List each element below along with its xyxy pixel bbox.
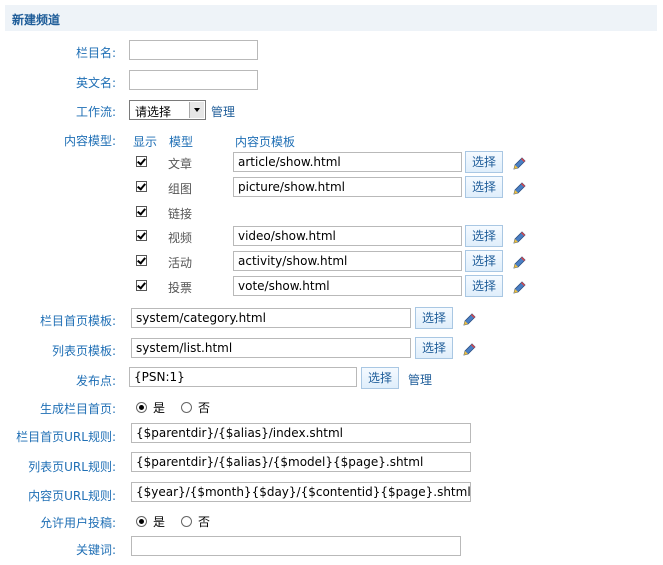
pencil-icon[interactable]: [511, 230, 527, 246]
allow-submit-yes-radio[interactable]: [136, 516, 147, 527]
content-url-input[interactable]: {$year}/{$month}{$day}/{$contentid}{$pag…: [131, 482, 471, 502]
workflow-manage-link[interactable]: 管理: [211, 103, 235, 120]
pencil-icon[interactable]: [461, 342, 477, 358]
model-tpl-input[interactable]: article/show.html: [233, 152, 462, 172]
allow-submit-no-label: 否: [198, 515, 211, 529]
model-show-checkbox[interactable]: [136, 156, 147, 167]
gen-index-yes-radio[interactable]: [136, 402, 147, 413]
col-model-header: 模型: [169, 135, 194, 149]
allow-submit-no-radio[interactable]: [181, 516, 192, 527]
list-tpl-input[interactable]: system/list.html: [131, 338, 411, 358]
gen-index-no-label: 否: [198, 401, 211, 415]
model-name: 视频: [168, 231, 193, 245]
index-url-label: 栏目首页URL规则:: [16, 430, 116, 444]
pencil-icon[interactable]: [511, 181, 527, 197]
gen-index-yes-label: 是: [153, 401, 166, 415]
list-tpl-select-button[interactable]: 选择: [415, 337, 453, 359]
model-tpl-select-button[interactable]: 选择: [465, 176, 503, 198]
content-url-label: 内容页URL规则:: [28, 489, 116, 503]
publish-manage-link[interactable]: 管理: [408, 371, 432, 388]
model-name: 链接: [168, 207, 193, 221]
model-show-checkbox[interactable]: [136, 181, 147, 192]
publish-point-label: 发布点:: [75, 374, 116, 388]
publish-point-select-button[interactable]: 选择: [361, 367, 399, 389]
model-tpl-input[interactable]: activity/show.html: [233, 251, 462, 271]
page-title: 新建频道: [12, 13, 61, 27]
keywords-input[interactable]: [131, 536, 461, 556]
en-name-label: 英文名:: [75, 76, 116, 90]
name-label: 栏目名:: [75, 46, 116, 60]
col-tpl-header: 内容页模板: [235, 135, 296, 149]
model-name: 组图: [168, 182, 193, 196]
pencil-icon[interactable]: [511, 280, 527, 296]
category-tpl-label: 栏目首页模板:: [39, 314, 116, 328]
model-tpl-input[interactable]: picture/show.html: [233, 177, 462, 197]
workflow-select[interactable]: 请选择: [129, 100, 206, 120]
panel-header: 新建频道: [5, 5, 657, 31]
workflow-select-value: 请选择: [135, 105, 172, 119]
model-show-checkbox[interactable]: [136, 230, 147, 241]
workflow-label: 工作流:: [75, 105, 116, 119]
list-tpl-label: 列表页模板:: [51, 344, 116, 358]
list-url-label: 列表页URL规则:: [28, 460, 116, 474]
content-model-label: 内容模型:: [63, 134, 116, 148]
category-tpl-input[interactable]: system/category.html: [131, 308, 411, 328]
model-tpl-select-button[interactable]: 选择: [465, 225, 503, 247]
model-name: 活动: [168, 256, 193, 270]
model-tpl-input[interactable]: video/show.html: [233, 226, 462, 246]
category-tpl-select-button[interactable]: 选择: [415, 307, 453, 329]
model-name: 投票: [168, 281, 193, 295]
pencil-icon[interactable]: [511, 255, 527, 271]
model-tpl-input[interactable]: vote/show.html: [233, 276, 462, 296]
model-show-checkbox[interactable]: [136, 206, 147, 217]
pencil-icon[interactable]: [511, 156, 527, 172]
gen-index-label: 生成栏目首页:: [39, 402, 116, 416]
model-show-checkbox[interactable]: [136, 280, 147, 291]
pencil-icon[interactable]: [461, 312, 477, 328]
en-name-input[interactable]: [129, 70, 258, 90]
model-tpl-select-button[interactable]: 选择: [465, 250, 503, 272]
publish-point-input[interactable]: {PSN:1}: [129, 367, 357, 387]
chevron-down-icon: [189, 102, 204, 118]
model-tpl-select-button[interactable]: 选择: [465, 275, 503, 297]
col-show-header: 显示: [133, 135, 158, 149]
model-tpl-select-button[interactable]: 选择: [465, 151, 503, 173]
model-name: 文章: [168, 157, 193, 171]
keywords-label: 关键词:: [75, 543, 116, 557]
gen-index-no-radio[interactable]: [181, 402, 192, 413]
index-url-input[interactable]: {$parentdir}/{$alias}/index.shtml: [131, 423, 471, 443]
model-show-checkbox[interactable]: [136, 255, 147, 266]
allow-submit-label: 允许用户投稿:: [39, 516, 116, 530]
list-url-input[interactable]: {$parentdir}/{$alias}/{$model}{$page}.sh…: [131, 452, 471, 472]
name-input[interactable]: [129, 40, 258, 60]
allow-submit-yes-label: 是: [153, 515, 166, 529]
